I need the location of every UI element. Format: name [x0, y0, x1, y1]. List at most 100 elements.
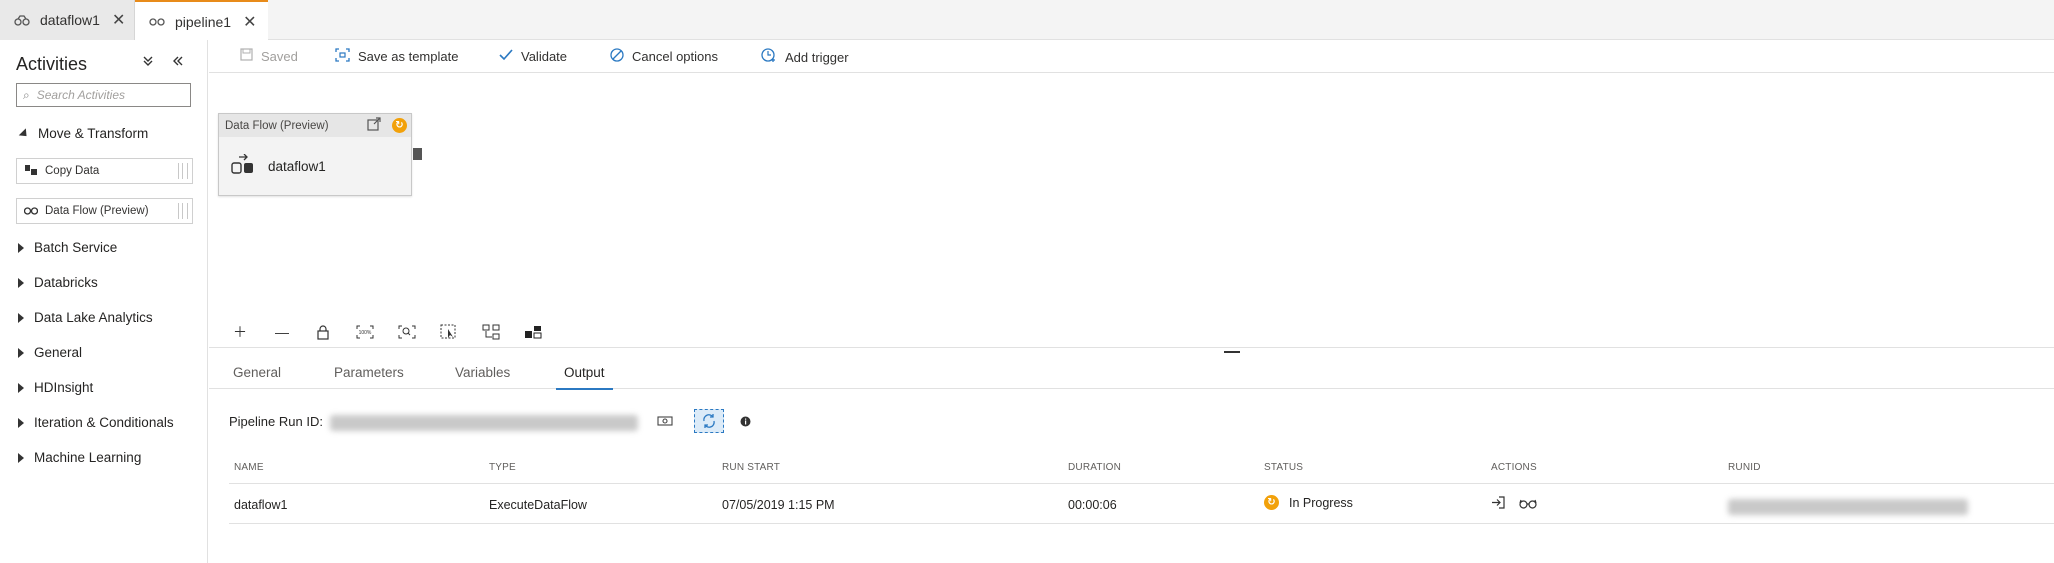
expand-arrow-icon: [18, 347, 24, 358]
data-flow-activity-node[interactable]: Data Flow (Preview) ↻ dataflow1: [218, 113, 422, 196]
activity-copy-data[interactable]: Copy Data: [16, 158, 193, 184]
checkmark-icon: [499, 48, 513, 64]
drag-handle[interactable]: [178, 203, 188, 219]
node-name: dataflow1: [268, 158, 326, 174]
panel-resize-handle[interactable]: [1224, 351, 1240, 353]
save-as-template-button[interactable]: Save as template: [335, 48, 458, 65]
table-row[interactable]: dataflow1 ExecuteDataFlow 07/05/2019 1:1…: [229, 484, 2054, 524]
column-header-duration: DURATION: [1068, 462, 1122, 473]
input-icon[interactable]: [1491, 496, 1505, 512]
open-external-icon[interactable]: [367, 117, 381, 134]
properties-tabs: General Parameters Variables Output: [209, 356, 2054, 390]
data-flow-icon: [231, 153, 255, 179]
tab-dataflow1[interactable]: dataflow1 ✕: [0, 0, 135, 40]
group-batch-service[interactable]: Batch Service: [18, 240, 117, 255]
pipeline-run-id-label: Pipeline Run ID:: [229, 413, 323, 429]
data-flow-icon: [23, 204, 39, 219]
add-trigger-button[interactable]: Add trigger: [761, 48, 849, 66]
group-label: Databricks: [34, 275, 98, 290]
collapse-pane-icon[interactable]: [172, 54, 184, 70]
pipeline-toolbar: Saved Save as template Validate Cancel o…: [209, 40, 2054, 73]
copy-run-id-icon[interactable]: [655, 413, 675, 429]
cell-name: dataflow1: [234, 498, 288, 512]
saved-label: Saved: [261, 48, 298, 64]
multi-select-icon[interactable]: [438, 322, 460, 342]
column-header-actions: ACTIONS: [1491, 462, 1537, 473]
in-progress-icon: ↻: [1264, 495, 1279, 510]
search-placeholder: Search Activities: [36, 88, 125, 102]
cell-type: ExecuteDataFlow: [489, 498, 587, 512]
expand-arrow-icon: [18, 312, 24, 323]
status-text: In Progress: [1289, 495, 1353, 510]
group-label: Data Lake Analytics: [34, 310, 153, 325]
output-table: NAME TYPE RUN START DURATION STATUS ACTI…: [229, 444, 2054, 524]
zoom-in-icon[interactable]: ＋: [229, 322, 251, 342]
node-header: Data Flow (Preview) ↻: [219, 114, 411, 137]
expand-arrow-icon: [18, 277, 24, 288]
drag-handle[interactable]: [178, 163, 188, 179]
tab-variables[interactable]: Variables: [455, 365, 510, 380]
cell-duration: 00:00:06: [1068, 498, 1117, 512]
group-label: General: [34, 345, 83, 360]
auto-align-icon[interactable]: [480, 322, 502, 342]
node-type-label: Data Flow (Preview): [225, 119, 329, 132]
group-label: HDInsight: [34, 380, 94, 395]
group-iteration-conditionals[interactable]: Iteration & Conditionals: [18, 415, 174, 430]
svg-text:100%: 100%: [359, 330, 372, 336]
canvas-controls: ＋ — 100%: [209, 316, 2054, 348]
copy-data-icon: [24, 164, 38, 179]
activity-label: Data Flow (Preview): [45, 205, 149, 217]
pipeline-run-id-row: Pipeline Run ID:: [229, 409, 323, 433]
column-header-run-start: RUN START: [722, 462, 781, 473]
group-data-lake-analytics[interactable]: Data Lake Analytics: [18, 310, 153, 325]
details-glasses-icon[interactable]: [1519, 497, 1537, 512]
activity-data-flow[interactable]: Data Flow (Preview): [16, 198, 193, 224]
in-progress-icon: ↻: [392, 118, 407, 133]
pipeline-canvas[interactable]: [209, 74, 2054, 314]
group-general[interactable]: General: [18, 345, 82, 360]
trigger-icon: [761, 48, 777, 66]
dataflow-icon: [14, 13, 32, 27]
zoom-out-icon[interactable]: —: [271, 322, 293, 342]
tab-label: dataflow1: [40, 12, 100, 28]
tab-parameters[interactable]: Parameters: [334, 365, 404, 380]
group-label: Move & Transform: [38, 126, 149, 141]
output-port[interactable]: [413, 148, 422, 160]
cell-status: ↻ In Progress: [1264, 495, 1353, 510]
expand-arrow-icon: [18, 452, 24, 463]
search-input[interactable]: ⌕ Search Activities: [16, 83, 191, 107]
show-lineage-icon[interactable]: [522, 322, 544, 342]
tab-general[interactable]: General: [233, 365, 281, 380]
refresh-icon[interactable]: [694, 409, 724, 433]
validate-button[interactable]: Validate: [499, 48, 567, 64]
cancel-options-button[interactable]: Cancel options: [610, 48, 718, 65]
tab-pipeline1[interactable]: pipeline1 ✕: [135, 0, 268, 41]
column-header-status: STATUS: [1264, 462, 1304, 473]
tab-output[interactable]: Output: [556, 365, 612, 390]
tab-label: pipeline1: [175, 13, 232, 30]
activities-pane: Activities ⌕ Search Activities Move & Tr…: [0, 40, 208, 563]
group-move-transform[interactable]: Move & Transform: [18, 126, 148, 141]
saved-button[interactable]: Saved: [240, 48, 298, 64]
node-body: dataflow1: [219, 137, 411, 195]
group-hdinsight[interactable]: HDInsight: [18, 380, 93, 395]
cell-runid-redacted: [1728, 499, 1968, 515]
close-icon[interactable]: ✕: [243, 12, 256, 32]
search-icon: ⌕: [23, 87, 30, 102]
group-databricks[interactable]: Databricks: [18, 275, 98, 290]
group-machine-learning[interactable]: Machine Learning: [18, 450, 141, 465]
cancel-options-label: Cancel options: [632, 49, 718, 64]
pipeline-editor: dataflow1 ✕ pipeline1 ✕ Activities ⌕ Sea…: [0, 0, 2054, 563]
expand-arrow-icon: [18, 382, 24, 393]
lock-icon[interactable]: [312, 322, 334, 342]
info-icon[interactable]: [738, 414, 752, 428]
pipeline-icon: [149, 15, 167, 29]
activities-title: Activities: [16, 54, 88, 74]
close-icon[interactable]: ✕: [112, 10, 125, 30]
collapse-all-icon[interactable]: [142, 54, 154, 70]
zoom-100-icon[interactable]: 100%: [354, 322, 376, 342]
cancel-icon: [610, 48, 624, 65]
zoom-to-fit-icon[interactable]: [396, 322, 418, 342]
expand-arrow-icon: [18, 417, 24, 428]
validate-label: Validate: [521, 48, 568, 64]
